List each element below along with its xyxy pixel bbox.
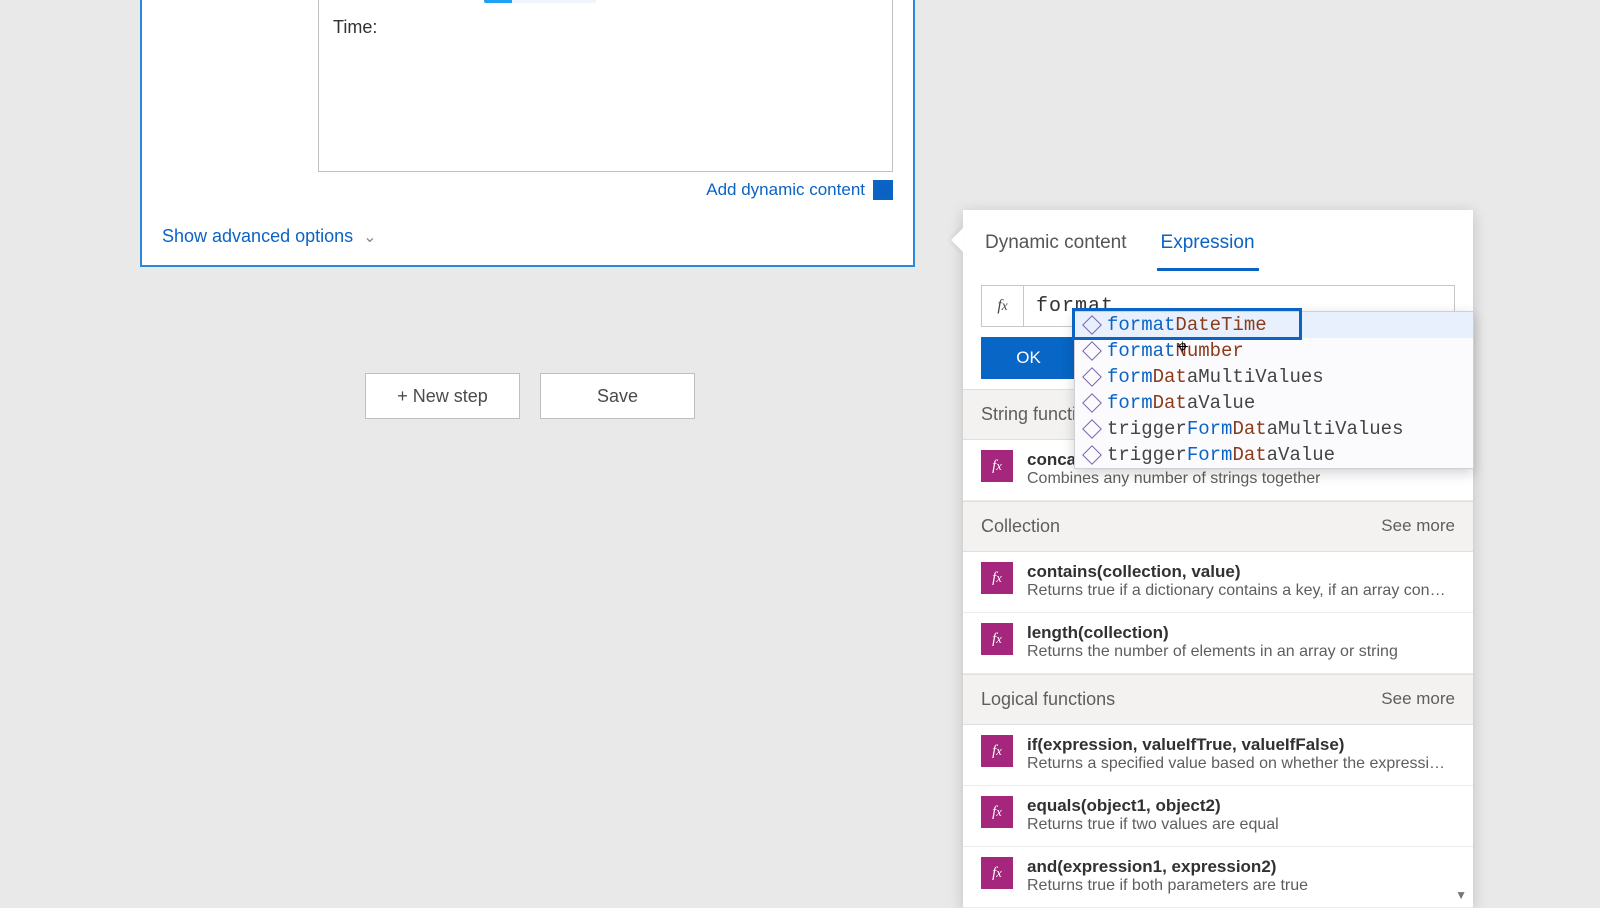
twitter-icon bbox=[484, 0, 512, 3]
cube-icon bbox=[1082, 419, 1102, 439]
token-name[interactable]: Name ✕ bbox=[484, 0, 596, 3]
body-line-1: Name of the user: Name ✕ bbox=[333, 0, 878, 3]
fn-equals-sig: equals(object1, object2) bbox=[1027, 796, 1279, 816]
adv-label: Show advanced options bbox=[162, 226, 353, 247]
cube-icon bbox=[1082, 393, 1102, 413]
ac-item-formdatavalue[interactable]: formDataValue bbox=[1075, 390, 1473, 416]
show-advanced-options[interactable]: Show advanced options ⌄ bbox=[142, 212, 913, 265]
panel-tabs: Dynamic content Expression bbox=[963, 210, 1473, 271]
fx-badge-icon: fx bbox=[981, 735, 1013, 767]
ac-item-triggerformdatamultivalues[interactable]: triggerFormDataMultiValues bbox=[1075, 416, 1473, 442]
autocomplete-popup: formatDateTime formatNumber formDataMult… bbox=[1074, 311, 1474, 469]
cat-logical-label: Logical functions bbox=[981, 689, 1115, 710]
ac-item-triggerformdatavalue[interactable]: triggerFormDataValue bbox=[1075, 442, 1473, 468]
ac-item-formatnumber[interactable]: formatNumber bbox=[1075, 338, 1473, 364]
fn-and[interactable]: fx and(expression1, expression2) Returns… bbox=[963, 847, 1473, 908]
see-more-logical[interactable]: See more bbox=[1381, 689, 1455, 710]
cube-icon bbox=[1082, 367, 1102, 387]
fn-length[interactable]: fx length(collection) Returns the number… bbox=[963, 613, 1473, 674]
cat-collection-label: Collection bbox=[981, 516, 1060, 537]
fn-equals[interactable]: fx equals(object1, object2) Returns true… bbox=[963, 786, 1473, 847]
fx-badge-icon: fx bbox=[981, 796, 1013, 828]
tab-dynamic-content[interactable]: Dynamic content bbox=[981, 220, 1131, 271]
category-collection: Collection See more bbox=[963, 501, 1473, 552]
ok-button[interactable]: OK bbox=[981, 337, 1076, 379]
fn-length-sig: length(collection) bbox=[1027, 623, 1398, 643]
fx-badge-icon: fx bbox=[981, 857, 1013, 889]
fn-if[interactable]: fx if(expression, valueIfTrue, valueIfFa… bbox=[963, 725, 1473, 786]
fn-if-desc: Returns a specified value based on wheth… bbox=[1027, 755, 1447, 773]
bottom-button-row: + New step Save bbox=[365, 373, 695, 419]
fn-equals-desc: Returns true if two values are equal bbox=[1027, 816, 1279, 834]
fx-badge-icon: fx bbox=[981, 562, 1013, 594]
action-card: Name of the user: Name ✕ Time: Add dynam… bbox=[140, 0, 915, 267]
fx-badge-icon: fx bbox=[981, 623, 1013, 655]
fn-contains[interactable]: fx contains(collection, value) Returns t… bbox=[963, 552, 1473, 613]
cube-icon bbox=[1082, 341, 1102, 361]
fn-contains-sig: contains(collection, value) bbox=[1027, 562, 1447, 582]
tab-expression[interactable]: Expression bbox=[1157, 220, 1259, 271]
fn-and-sig: and(expression1, expression2) bbox=[1027, 857, 1308, 877]
fx-badge-icon: fx bbox=[981, 450, 1013, 482]
ac-item-formatdatetime[interactable]: formatDateTime bbox=[1075, 312, 1473, 338]
fn-length-desc: Returns the number of elements in an arr… bbox=[1027, 643, 1398, 661]
fn-if-sig: if(expression, valueIfTrue, valueIfFalse… bbox=[1027, 735, 1447, 755]
fn-contains-desc: Returns true if a dictionary contains a … bbox=[1027, 582, 1447, 600]
cube-icon bbox=[1082, 315, 1102, 335]
ac-item-formdatamultivalues[interactable]: formDataMultiValues bbox=[1075, 364, 1473, 390]
cube-icon bbox=[1082, 445, 1102, 465]
add-dynamic-content-link[interactable]: Add dynamic content ▦ bbox=[142, 180, 893, 200]
fx-icon: fx bbox=[982, 286, 1024, 326]
save-button[interactable]: Save bbox=[540, 373, 695, 419]
body-line-2: Time: bbox=[333, 17, 878, 38]
plus-icon: ▦ bbox=[873, 180, 893, 200]
fn-concat-desc: Combines any number of strings together bbox=[1027, 470, 1320, 488]
see-more-collection[interactable]: See more bbox=[1381, 516, 1455, 537]
chevron-down-icon: ⌄ bbox=[363, 227, 376, 247]
category-logical: Logical functions See more bbox=[963, 674, 1473, 725]
panel-arrow bbox=[951, 228, 963, 252]
dyn-link-text: Add dynamic content bbox=[706, 180, 865, 200]
line2-label: Time: bbox=[333, 17, 377, 38]
body-textarea[interactable]: Name of the user: Name ✕ Time: bbox=[318, 0, 893, 172]
fn-and-desc: Returns true if both parameters are true bbox=[1027, 877, 1308, 895]
new-step-button[interactable]: + New step bbox=[365, 373, 520, 419]
